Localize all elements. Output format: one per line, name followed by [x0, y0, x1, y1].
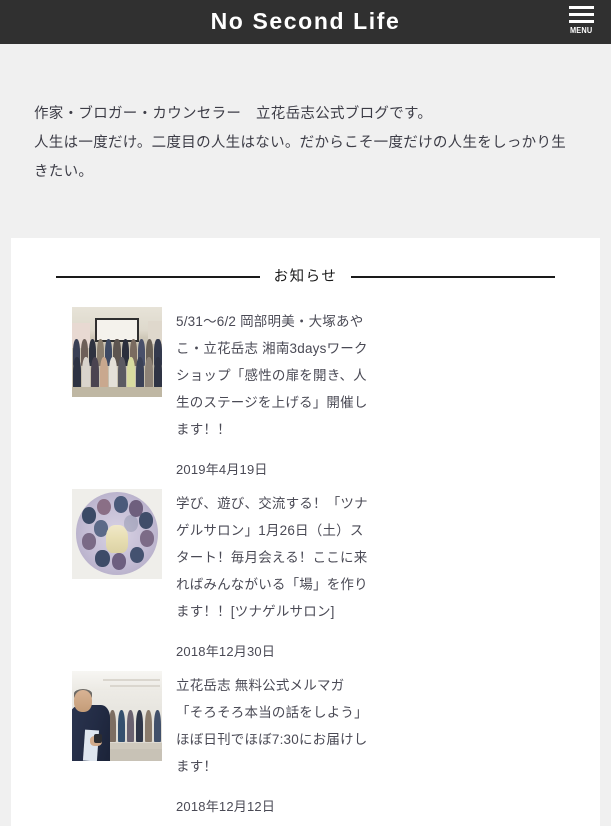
- news-list: 5/31〜6/2 岡部明美・大塚あやこ・立花岳志 湘南3daysワークショップ「…: [11, 285, 600, 817]
- intro-line-1: 作家・ブロガー・カウンセラー 立花岳志公式ブログです。: [34, 106, 433, 122]
- site-header: No Second Life MENU: [0, 0, 611, 44]
- heading-rule-left: [56, 276, 260, 279]
- news-date: 2019年4月19日: [176, 461, 268, 477]
- intro-line-2: 人生は一度だけ。二度目の人生はない。だからこそ一度だけの人生をしっかり生きたい。: [34, 135, 567, 180]
- list-item[interactable]: 5/31〜6/2 岡部明美・大塚あやこ・立花岳志 湘南3daysワークショップ「…: [11, 306, 600, 480]
- section-title: お知らせ: [273, 269, 338, 285]
- page-title: No Second Life: [210, 8, 401, 34]
- menu-label: MENU: [569, 26, 593, 35]
- news-title-link[interactable]: 学び、遊び、交流する！「ツナゲルサロン」1月26日（土）スタート！毎月会える！こ…: [176, 490, 369, 625]
- list-item[interactable]: 立花岳志 無料公式メルマガ「そろそろ本当の話をしよう」ほぼ日刊でほぼ7:30にお…: [11, 670, 600, 817]
- hamburger-menu-icon[interactable]: [568, 3, 594, 23]
- man-in-suit-seminar-thumbnail[interactable]: [72, 670, 162, 761]
- hamburger-bar: [568, 6, 594, 9]
- news-body: 5/31〜6/2 岡部明美・大塚あやこ・立花岳志 湘南3daysワークショップ「…: [176, 307, 580, 480]
- news-date: 2018年12月12日: [176, 798, 276, 814]
- group-photo-seminar-room-thumbnail[interactable]: [72, 306, 162, 397]
- hamburger-bar: [568, 13, 594, 16]
- hamburger-bar: [568, 20, 594, 23]
- news-title-link[interactable]: 5/31〜6/2 岡部明美・大塚あやこ・立花岳志 湘南3daysワークショップ「…: [176, 308, 369, 443]
- news-title-link[interactable]: 立花岳志 無料公式メルマガ「そろそろ本当の話をしよう」ほぼ日刊でほぼ7:30にお…: [176, 672, 369, 780]
- list-item[interactable]: 学び、遊び、交流する！「ツナゲルサロン」1月26日（土）スタート！毎月会える！こ…: [11, 488, 600, 662]
- news-body: 学び、遊び、交流する！「ツナゲルサロン」1月26日（土）スタート！毎月会える！こ…: [176, 489, 580, 662]
- news-date: 2018年12月30日: [176, 643, 276, 659]
- news-card: お知らせ 5/31〜6/2 岡部明美・大塚あやこ・立花岳志 湘南3daysワーク…: [11, 238, 600, 826]
- news-body: 立花岳志 無料公式メルマガ「そろそろ本当の話をしよう」ほぼ日刊でほぼ7:30にお…: [176, 671, 580, 817]
- section-heading: お知らせ: [11, 270, 600, 285]
- intro-section: 作家・ブロガー・カウンセラー 立花岳志公式ブログです。 人生は一度だけ。二度目の…: [0, 44, 611, 187]
- menu-button[interactable]: MENU: [562, 3, 600, 35]
- heading-rule-right: [351, 276, 555, 279]
- circular-group-photo-thumbnail[interactable]: [72, 488, 162, 579]
